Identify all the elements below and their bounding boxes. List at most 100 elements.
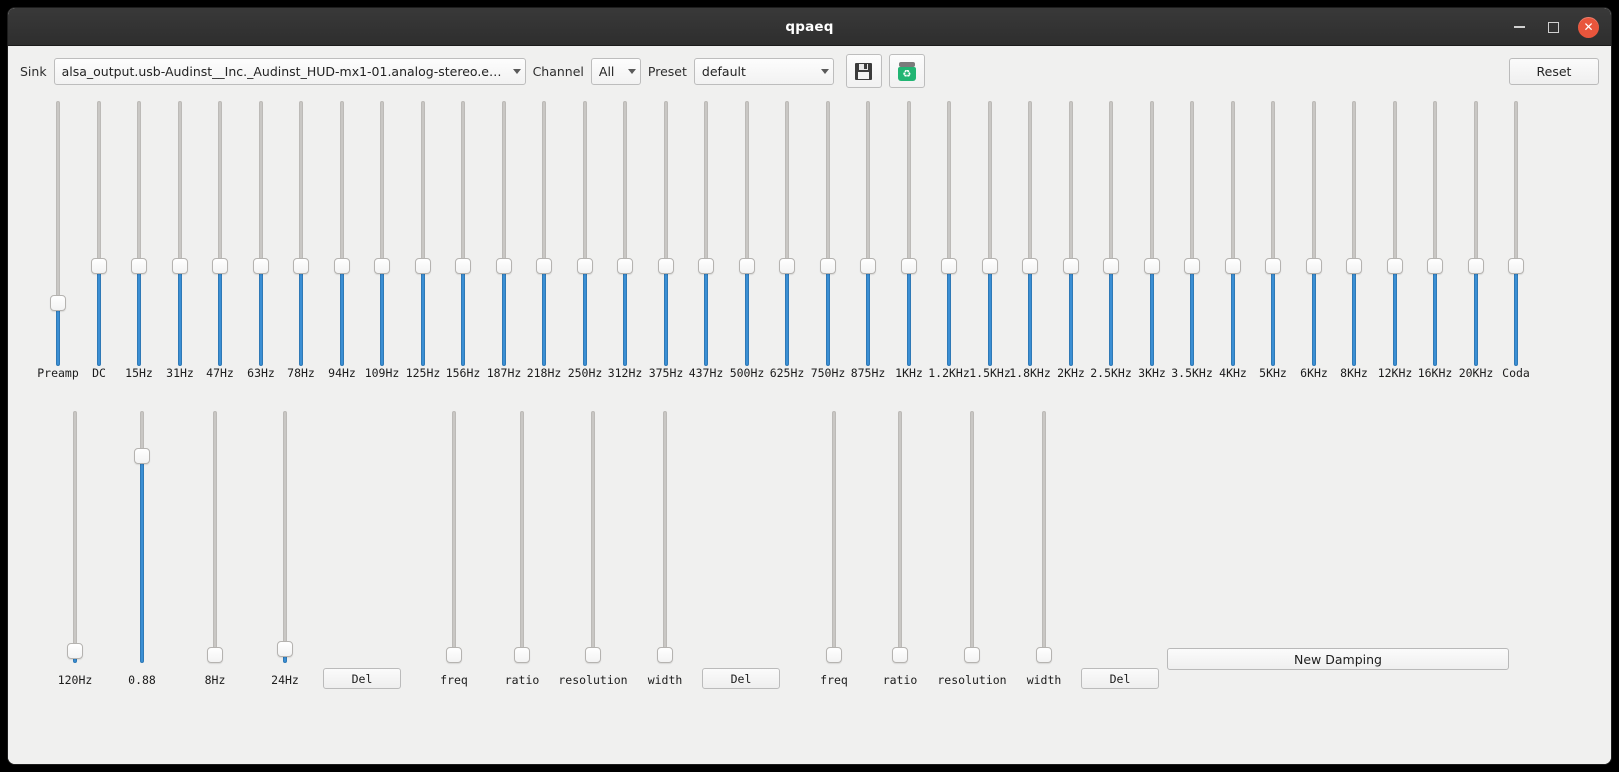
minimize-button[interactable] xyxy=(1510,18,1528,36)
slider-handle[interactable] xyxy=(658,258,674,274)
slider-handle[interactable] xyxy=(820,258,836,274)
slider-handle[interactable] xyxy=(1508,258,1524,274)
slider-handle[interactable] xyxy=(1265,258,1281,274)
slider-handle[interactable] xyxy=(1346,258,1362,274)
eq-band-slider[interactable] xyxy=(412,101,434,366)
eq-band-slider[interactable] xyxy=(250,101,272,366)
eq-band-slider[interactable] xyxy=(695,101,717,366)
delete-filter-button[interactable]: Del xyxy=(323,668,401,689)
eq-band-slider[interactable] xyxy=(209,101,231,366)
eq-band-slider[interactable] xyxy=(331,101,353,366)
slider-handle[interactable] xyxy=(514,647,530,663)
slider-handle[interactable] xyxy=(1468,258,1484,274)
sink-select[interactable]: alsa_output.usb-Audinst__Inc._Audinst_HU… xyxy=(53,57,526,85)
channel-select[interactable]: All xyxy=(590,57,641,85)
eq-band-slider[interactable] xyxy=(47,101,69,366)
maximize-button[interactable] xyxy=(1544,18,1562,36)
slider-handle[interactable] xyxy=(1022,258,1038,274)
slider-handle[interactable] xyxy=(253,258,269,274)
eq-band-slider[interactable] xyxy=(452,101,474,366)
eq-band-slider[interactable] xyxy=(979,101,1001,366)
reset-button[interactable]: Reset xyxy=(1509,57,1599,85)
eq-band-slider[interactable] xyxy=(1222,101,1244,366)
slider-handle[interactable] xyxy=(446,647,462,663)
slider-handle[interactable] xyxy=(134,448,150,464)
damping-slider[interactable] xyxy=(1033,411,1055,663)
slider-handle[interactable] xyxy=(1306,258,1322,274)
eq-band-slider[interactable] xyxy=(88,101,110,366)
damping-slider[interactable] xyxy=(889,411,911,663)
slider-handle[interactable] xyxy=(91,258,107,274)
slider-handle[interactable] xyxy=(293,258,309,274)
eq-band-slider[interactable] xyxy=(614,101,636,366)
damping-slider[interactable] xyxy=(654,411,676,663)
slider-handle[interactable] xyxy=(657,647,673,663)
slider-handle[interactable] xyxy=(1225,258,1241,274)
eq-band-slider[interactable] xyxy=(898,101,920,366)
damping-slider[interactable] xyxy=(64,411,86,663)
eq-band-slider[interactable] xyxy=(817,101,839,366)
eq-band-slider[interactable] xyxy=(290,101,312,366)
eq-band-slider[interactable] xyxy=(1424,101,1446,366)
eq-band-slider[interactable] xyxy=(1303,101,1325,366)
eq-band-slider[interactable] xyxy=(736,101,758,366)
slider-handle[interactable] xyxy=(941,258,957,274)
damping-slider[interactable] xyxy=(131,411,153,663)
eq-band-slider[interactable] xyxy=(533,101,555,366)
eq-band-slider[interactable] xyxy=(1019,101,1041,366)
eq-band-slider[interactable] xyxy=(1141,101,1163,366)
slider-handle[interactable] xyxy=(50,295,66,311)
eq-band-slider[interactable] xyxy=(1343,101,1365,366)
slider-handle[interactable] xyxy=(1036,647,1052,663)
slider-handle[interactable] xyxy=(982,258,998,274)
eq-band-slider[interactable] xyxy=(1181,101,1203,366)
slider-handle[interactable] xyxy=(577,258,593,274)
slider-handle[interactable] xyxy=(334,258,350,274)
eq-band-slider[interactable] xyxy=(1100,101,1122,366)
slider-handle[interactable] xyxy=(496,258,512,274)
damping-slider[interactable] xyxy=(511,411,533,663)
delete-filter-button[interactable]: Del xyxy=(1081,668,1159,689)
eq-band-slider[interactable] xyxy=(169,101,191,366)
save-preset-button[interactable] xyxy=(845,54,882,88)
slider-handle[interactable] xyxy=(698,258,714,274)
damping-slider[interactable] xyxy=(961,411,983,663)
slider-handle[interactable] xyxy=(172,258,188,274)
slider-handle[interactable] xyxy=(1144,258,1160,274)
slider-handle[interactable] xyxy=(207,647,223,663)
new-damping-button[interactable]: New Damping xyxy=(1167,648,1509,670)
eq-band-slider[interactable] xyxy=(1465,101,1487,366)
slider-handle[interactable] xyxy=(536,258,552,274)
slider-handle[interactable] xyxy=(212,258,228,274)
slider-handle[interactable] xyxy=(901,258,917,274)
eq-band-slider[interactable] xyxy=(574,101,596,366)
eq-band-slider[interactable] xyxy=(1505,101,1527,366)
preset-select[interactable]: default xyxy=(693,57,834,85)
slider-handle[interactable] xyxy=(1387,258,1403,274)
eq-band-slider[interactable] xyxy=(493,101,515,366)
damping-slider[interactable] xyxy=(274,411,296,663)
slider-handle[interactable] xyxy=(1063,258,1079,274)
damping-slider[interactable] xyxy=(443,411,465,663)
close-button[interactable]: ✕ xyxy=(1578,16,1599,38)
damping-slider[interactable] xyxy=(582,411,604,663)
delete-filter-button[interactable]: Del xyxy=(702,668,780,689)
eq-band-slider[interactable] xyxy=(857,101,879,366)
slider-handle[interactable] xyxy=(1427,258,1443,274)
eq-band-slider[interactable] xyxy=(776,101,798,366)
eq-band-slider[interactable] xyxy=(1262,101,1284,366)
eq-band-slider[interactable] xyxy=(1060,101,1082,366)
slider-handle[interactable] xyxy=(892,647,908,663)
eq-band-slider[interactable] xyxy=(655,101,677,366)
slider-handle[interactable] xyxy=(585,647,601,663)
slider-handle[interactable] xyxy=(277,641,293,657)
slider-handle[interactable] xyxy=(739,258,755,274)
slider-handle[interactable] xyxy=(779,258,795,274)
slider-handle[interactable] xyxy=(455,258,471,274)
slider-handle[interactable] xyxy=(131,258,147,274)
damping-slider[interactable] xyxy=(204,411,226,663)
eq-band-slider[interactable] xyxy=(128,101,150,366)
slider-handle[interactable] xyxy=(374,258,390,274)
slider-handle[interactable] xyxy=(826,647,842,663)
slider-handle[interactable] xyxy=(1184,258,1200,274)
